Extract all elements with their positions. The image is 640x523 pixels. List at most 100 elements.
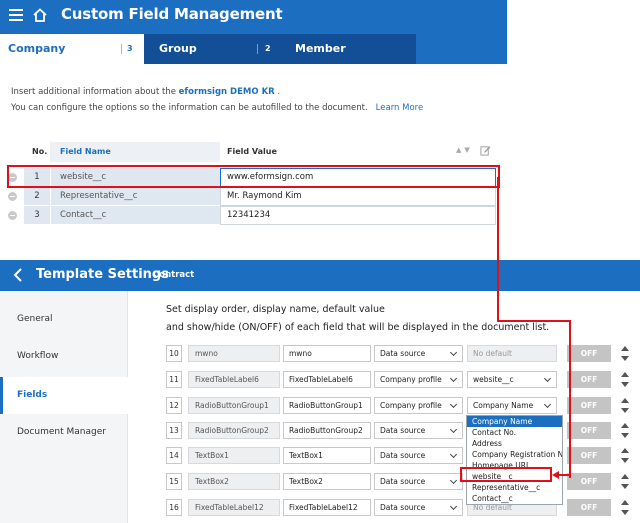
remove-row-icon[interactable] — [8, 211, 17, 220]
menu-icon[interactable] — [9, 9, 23, 22]
display-name-input[interactable]: FixedTableLabel12 — [283, 499, 371, 516]
display-name-input[interactable]: TextBox2 — [283, 473, 371, 490]
source-select[interactable]: Data source — [374, 345, 463, 362]
field-row[interactable]: 12 RadioButtonGroup1 RadioButtonGroup1 Comp… — [128, 394, 640, 419]
learn-more-link[interactable]: Learn More — [376, 103, 424, 113]
tabs-filler — [416, 34, 507, 64]
source-value: Data source — [380, 426, 426, 435]
chevron-down-icon — [543, 374, 552, 383]
field-order-number: 10 — [166, 345, 182, 362]
chevron-down-icon — [449, 400, 458, 409]
default-value-select[interactable]: website__c — [467, 371, 557, 388]
source-select[interactable]: Data source — [374, 499, 463, 516]
annotation-arrow-icon — [552, 471, 570, 479]
table-row[interactable]: 2 Representative__c Mr. Raymond Kim — [8, 187, 496, 206]
sidebar-item-workflow[interactable]: Workflow — [0, 338, 128, 375]
reorder-arrows-icon[interactable] — [621, 448, 629, 463]
reorder-arrows-icon[interactable] — [621, 474, 629, 489]
row-number: 3 — [24, 206, 50, 225]
chevron-down-icon — [543, 400, 552, 409]
field-original-name: mwno — [188, 345, 280, 362]
display-name-input[interactable]: FixedTableLabel6 — [283, 371, 371, 388]
source-value: Company profile — [380, 401, 442, 410]
dropdown-option[interactable]: Contact__c — [467, 493, 562, 504]
display-name-input[interactable]: RadioButtonGroup2 — [283, 422, 371, 439]
sort-arrows-icon[interactable]: ▲▼ — [456, 146, 473, 154]
custom-field-management-panel: Custom Field Management Company 3 Group … — [0, 0, 507, 245]
show-hide-toggle[interactable]: OFF — [567, 473, 611, 490]
cfm-description: Insert additional information about the … — [11, 84, 423, 116]
ts-header: Template Settings Contract — [0, 260, 640, 291]
show-hide-toggle[interactable]: OFF — [567, 371, 611, 388]
chevron-down-icon — [449, 450, 458, 459]
default-value-select[interactable]: Company Name — [467, 397, 557, 414]
field-row[interactable]: 10 mwno mwno Data source No default OFF — [128, 342, 640, 367]
source-select[interactable]: Data source — [374, 473, 463, 490]
sidebar-item-fields[interactable]: Fields — [0, 377, 128, 414]
display-name-input[interactable]: TextBox1 — [283, 447, 371, 464]
reorder-arrows-icon[interactable] — [621, 346, 629, 361]
dropdown-option[interactable]: Company Name — [467, 416, 562, 427]
desc-line: Set display order, display name, default… — [166, 304, 385, 315]
field-name: Representative__c — [50, 187, 220, 206]
reorder-arrows-icon[interactable] — [621, 372, 629, 387]
reorder-arrows-icon[interactable] — [621, 423, 629, 438]
chevron-down-icon — [449, 348, 458, 357]
dropdown-option[interactable]: Address — [467, 438, 562, 449]
chevron-down-icon — [449, 502, 458, 511]
field-row[interactable]: 14 TextBox1 TextBox1 Data source OFF — [128, 444, 640, 469]
show-hide-toggle[interactable]: OFF — [567, 397, 611, 414]
field-row[interactable]: 11 FixedTableLabel6 FixedTableLabel6 Compan… — [128, 368, 640, 393]
display-name-input[interactable]: mwno — [283, 345, 371, 362]
edit-icon[interactable] — [480, 145, 491, 156]
source-select[interactable]: Data source — [374, 447, 463, 464]
template-name: Contract — [153, 270, 195, 280]
remove-row-icon[interactable] — [8, 192, 17, 201]
dropdown-option[interactable]: Representative__c — [467, 482, 562, 493]
field-value-input[interactable]: Mr. Raymond Kim — [220, 187, 496, 206]
default-value-dropdown[interactable]: Company Name Contact No. Address Company… — [466, 415, 563, 505]
table-row[interactable]: 3 Contact__c 12341234 — [8, 206, 496, 225]
row-number: 2 — [24, 187, 50, 206]
back-icon[interactable] — [12, 268, 24, 282]
col-field-name: Field Name — [50, 142, 220, 162]
field-order-number: 16 — [166, 499, 182, 516]
source-select[interactable]: Company profile — [374, 371, 463, 388]
reorder-arrows-icon[interactable] — [621, 398, 629, 413]
source-select[interactable]: Company profile — [374, 397, 463, 414]
default-value-select[interactable]: No default — [467, 345, 557, 362]
field-original-name: RadioButtonGroup1 — [188, 397, 280, 414]
show-hide-toggle[interactable]: OFF — [567, 422, 611, 439]
field-value-input[interactable]: 12341234 — [220, 206, 496, 225]
ts-title: Template Settings — [36, 267, 169, 282]
sidebar-item-general[interactable]: General — [0, 301, 128, 338]
source-value: Data source — [380, 349, 426, 358]
default-value: website__c — [473, 375, 514, 384]
annotation-line — [497, 320, 571, 322]
source-select[interactable]: Data source — [374, 422, 463, 439]
tab-group[interactable]: Group 2 — [144, 34, 280, 64]
tab-member[interactable]: Member — [280, 34, 416, 64]
annotation-line — [497, 177, 499, 322]
annotation-box-option — [460, 467, 552, 482]
annotation-line — [569, 320, 571, 478]
field-row[interactable]: 16 FixedTableLabel12 FixedTableLabel12 Data… — [128, 496, 640, 521]
field-row[interactable]: 13 RadioButtonGroup2 RadioButtonGroup2 Data… — [128, 419, 640, 444]
home-icon[interactable] — [32, 7, 48, 23]
show-hide-toggle[interactable]: OFF — [567, 345, 611, 362]
col-field-value: Field Value — [227, 147, 277, 156]
tab-company[interactable]: Company 3 — [0, 34, 144, 64]
show-hide-toggle[interactable]: OFF — [567, 499, 611, 516]
sidebar-item-document-manager[interactable]: Document Manager — [0, 414, 128, 451]
chevron-down-icon — [449, 425, 458, 434]
field-order-number: 15 — [166, 473, 182, 490]
page-title: Custom Field Management — [61, 5, 283, 23]
tab-count: 3 — [127, 44, 133, 53]
dropdown-option[interactable]: Contact No. — [467, 427, 562, 438]
display-name-input[interactable]: RadioButtonGroup1 — [283, 397, 371, 414]
dropdown-option[interactable]: Company Registration No. — [467, 449, 562, 460]
show-hide-toggle[interactable]: OFF — [567, 447, 611, 464]
reorder-arrows-icon[interactable] — [621, 500, 629, 515]
desc-text: Insert additional information about the — [11, 87, 179, 97]
tab-label: Company — [8, 42, 66, 55]
